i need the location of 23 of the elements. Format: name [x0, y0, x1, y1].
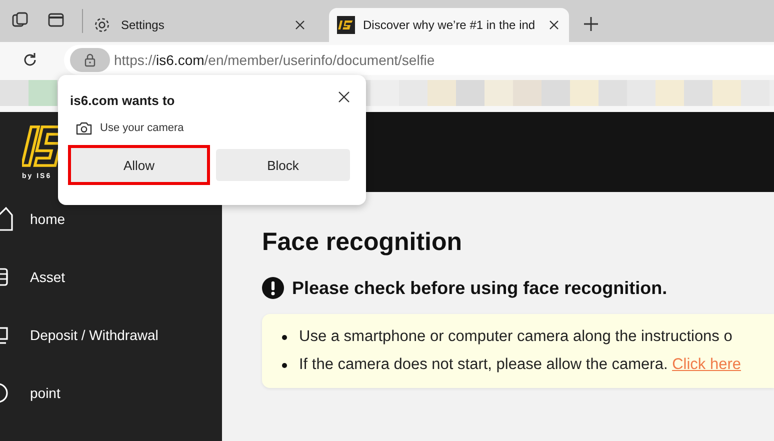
permission-button[interactable]: Allow [68, 145, 210, 185]
permission-button[interactable]: Block [216, 149, 350, 181]
bullet-icon [282, 334, 287, 340]
popup-title: is6.com wants to [70, 92, 175, 108]
permission-text: Use your camera [100, 122, 184, 134]
lock-icon[interactable] [70, 48, 110, 72]
exclamation-icon [262, 277, 284, 299]
bullet-icon [282, 362, 287, 368]
browser-tab[interactable]: Settings [93, 8, 315, 42]
notice-heading: Please check before using face recognition. [292, 278, 668, 298]
settings-icon [93, 16, 111, 34]
camera-icon [76, 121, 92, 135]
address-field[interactable]: https://is6.com/en/member/userinfo/document/selfie [64, 45, 774, 75]
browser-tab[interactable]: Discover why we’re #1 in the ind [329, 8, 569, 42]
instruction-text: Use a smartphone or computer camera along the instructions o [299, 328, 732, 346]
instruction-text: If the camera does not start, please allow the camera. Click here [299, 356, 741, 374]
close-icon[interactable] [295, 20, 305, 30]
close-icon[interactable] [549, 20, 559, 30]
site-logo-icon [337, 16, 355, 34]
new-tab-icon[interactable] [583, 16, 599, 32]
page-title: Face recognition [262, 228, 464, 257]
close-icon[interactable] [338, 91, 350, 103]
home-icon [0, 206, 14, 232]
